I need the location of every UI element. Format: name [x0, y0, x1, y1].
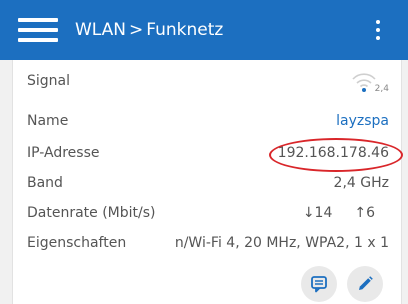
props-label: Eigenschaften — [27, 235, 127, 251]
comment-icon — [311, 276, 327, 293]
name-row: Name layzspa — [27, 110, 389, 132]
rate-row: Datenrate (Mbit/s) ↓14 ↑6 — [27, 202, 389, 224]
band-value: 2,4 GHz — [333, 175, 389, 191]
pencil-edit-icon — [359, 276, 373, 290]
breadcrumb-section[interactable]: WLAN — [75, 20, 126, 40]
ip-label: IP-Adresse — [27, 145, 100, 161]
wifi-signal-icon: 2,4 — [349, 70, 389, 98]
band-label: Band — [27, 175, 63, 191]
comment-button[interactable] — [301, 266, 337, 302]
rate-value: ↓14 ↑6 — [303, 202, 375, 224]
band-row: Band 2,4 GHz — [27, 172, 389, 194]
app-bar: WLAN > Funknetz — [0, 0, 408, 60]
name-value[interactable]: layzspa — [336, 110, 389, 132]
more-dot — [376, 36, 380, 40]
breadcrumb-separator: > — [129, 20, 144, 40]
details-card: Signal 2,4 Name layzspa IP-Adresse 192.1… — [12, 60, 403, 304]
more-dot — [376, 28, 380, 32]
breadcrumb: WLAN > Funknetz — [75, 19, 223, 41]
breadcrumb-page: Funknetz — [146, 20, 224, 40]
props-value: n/Wi-Fi 4, 20 MHz, WPA2, 1 x 1 — [174, 235, 389, 251]
menu-bar — [18, 18, 58, 22]
rate-down: ↓14 — [302, 205, 333, 221]
menu-bar — [18, 38, 58, 42]
signal-label: Signal — [27, 73, 71, 89]
rate-label: Datenrate (Mbit/s) — [27, 205, 156, 221]
highlight-ellipse — [269, 138, 403, 172]
signal-band: 2,4 — [374, 84, 389, 94]
name-label: Name — [27, 113, 69, 129]
props-row: Eigenschaften n/Wi-Fi 4, 20 MHz, WPA2, 1… — [27, 232, 389, 254]
edit-button[interactable] — [347, 266, 383, 302]
menu-bar — [18, 28, 58, 32]
rate-up: ↑6 — [354, 205, 375, 221]
signal-row: Signal 2,4 — [27, 70, 389, 94]
more-dot — [376, 20, 380, 24]
more-vertical-icon[interactable] — [372, 18, 384, 44]
menu-icon[interactable] — [18, 16, 58, 44]
